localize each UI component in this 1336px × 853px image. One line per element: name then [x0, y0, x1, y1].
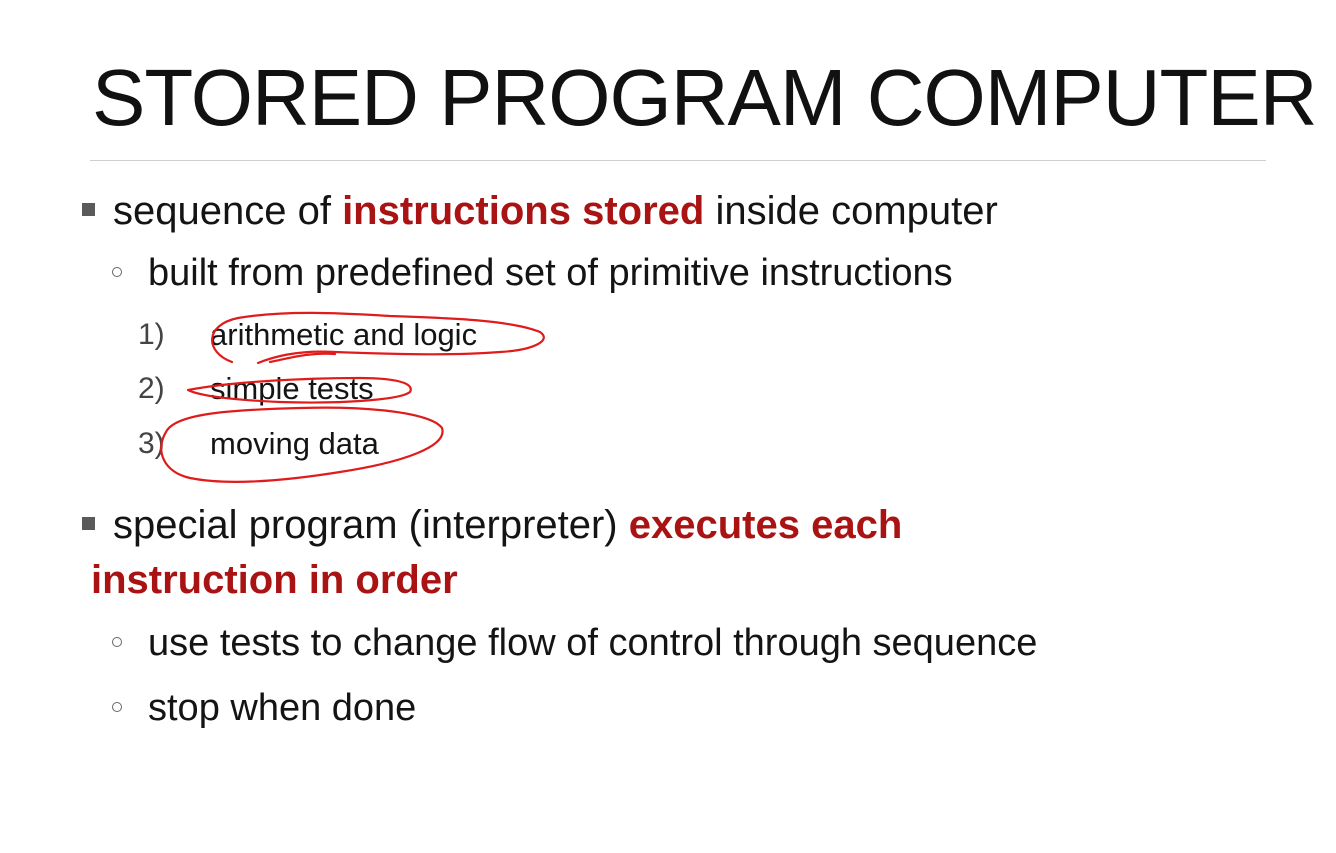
bullet-1-highlight: instructions stored	[342, 189, 705, 233]
bullet-1: sequence of instructions stored inside c…	[113, 187, 998, 235]
bullet-1-post: inside computer	[704, 189, 998, 233]
circle-bullet-icon	[112, 702, 122, 712]
bullet-2-sub-2: stop when done	[148, 687, 417, 729]
circle-bullet-icon	[112, 267, 122, 277]
bullet-2-pre: special program (interpreter)	[113, 503, 629, 547]
bullet-2-highlight-2: instruction in order	[91, 558, 458, 602]
primitive-1: arithmetic and logic	[210, 317, 478, 352]
primitive-3: moving data	[210, 426, 379, 461]
bullet-1-sub: built from predefined set of primitive i…	[148, 252, 953, 294]
primitive-2: simple tests	[210, 371, 374, 406]
primitive-number-3: 3)	[138, 427, 165, 460]
bullet-2-sub-1: use tests to change flow of control thro…	[148, 622, 1038, 664]
bullet-2-highlight-1: executes each	[628, 503, 903, 547]
slide-title: STORED PROGRAM COMPUTER	[92, 53, 1317, 142]
primitive-number-1: 1)	[138, 318, 165, 351]
primitive-number-2: 2)	[138, 372, 165, 405]
square-bullet-icon	[82, 203, 95, 216]
circle-bullet-icon	[112, 637, 122, 647]
square-bullet-icon	[82, 517, 95, 530]
slide: STORED PROGRAM COMPUTER sequence of inst…	[0, 0, 1336, 853]
title-divider	[90, 160, 1266, 161]
bullet-1-pre: sequence of	[113, 189, 343, 233]
ink-scribble-arithmetic	[268, 352, 337, 364]
bullet-2-line-1: special program (interpreter) executes e…	[113, 501, 902, 549]
